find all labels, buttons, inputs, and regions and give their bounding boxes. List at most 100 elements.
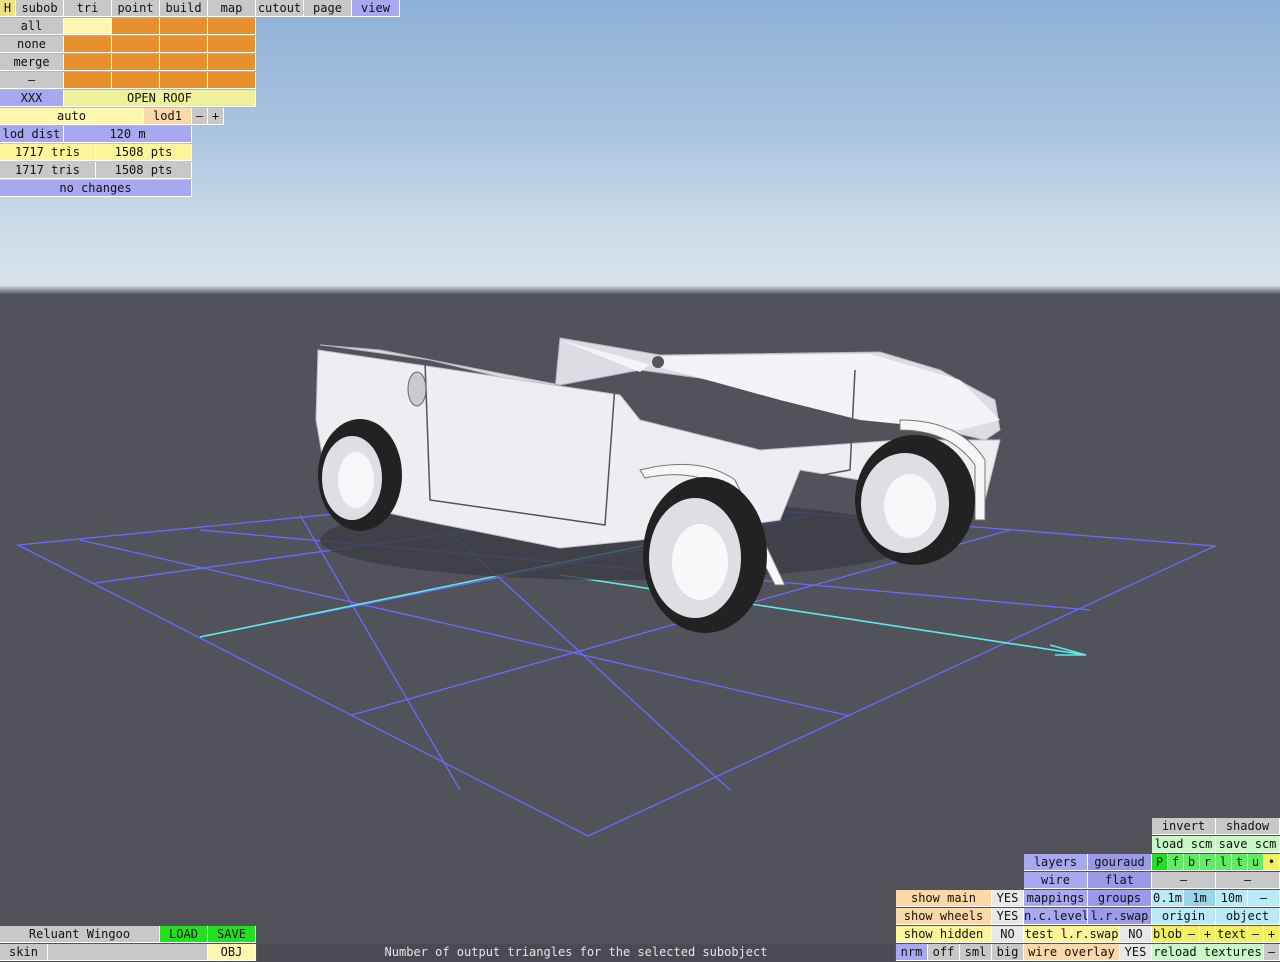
layer-b-button[interactable]: b: [1184, 854, 1200, 871]
flat-button[interactable]: flat: [1088, 872, 1152, 889]
grid-dash-button[interactable]: –: [1248, 890, 1280, 907]
show-wheels-label[interactable]: show wheels: [896, 908, 992, 925]
blob-minus-button[interactable]: –: [1184, 926, 1200, 943]
subob-slot[interactable]: [64, 18, 112, 35]
subob-slot[interactable]: [208, 72, 256, 89]
wire-button[interactable]: wire: [1024, 872, 1088, 889]
lod-minus-button[interactable]: –: [192, 108, 208, 125]
reload-dash-button[interactable]: –: [1264, 944, 1280, 961]
show-main-label[interactable]: show main: [896, 890, 992, 907]
off-button[interactable]: off: [928, 944, 960, 961]
shadow-button[interactable]: shadow: [1216, 818, 1280, 835]
all-button[interactable]: all: [0, 18, 64, 35]
blob-button[interactable]: blob: [1152, 926, 1184, 943]
lod-dist-label: lod dist: [0, 126, 64, 143]
layer-dot-button[interactable]: •: [1264, 854, 1280, 871]
subob-slot[interactable]: [160, 54, 208, 71]
grid-0.1m-button[interactable]: 0.1m: [1152, 890, 1184, 907]
layer-r-button[interactable]: r: [1200, 854, 1216, 871]
layer-t-button[interactable]: t: [1232, 854, 1248, 871]
reload-textures-button[interactable]: reload textures: [1152, 944, 1264, 961]
object-button[interactable]: object: [1216, 908, 1280, 925]
tab-view[interactable]: view: [352, 0, 400, 17]
test-lr-swap-value[interactable]: NO: [1120, 926, 1152, 943]
text-plus-button[interactable]: +: [1264, 926, 1280, 943]
lr-swap-button[interactable]: l.r.swap: [1088, 908, 1152, 925]
subob-slot[interactable]: [208, 54, 256, 71]
rear-left-wheel: [318, 419, 402, 531]
text-minus-button[interactable]: –: [1248, 926, 1264, 943]
layer-l-button[interactable]: l: [1216, 854, 1232, 871]
subob-slot[interactable]: [208, 18, 256, 35]
show-hidden-value[interactable]: NO: [992, 926, 1024, 943]
tab-map[interactable]: map: [208, 0, 256, 17]
subob-slot[interactable]: [112, 54, 160, 71]
model-name[interactable]: Reluant Wingoo: [0, 926, 160, 943]
save-scm-button[interactable]: save scm: [1216, 836, 1280, 853]
layer-p-button[interactable]: P: [1152, 854, 1168, 871]
subob-slot[interactable]: [160, 36, 208, 53]
show-hidden-label[interactable]: show hidden: [896, 926, 992, 943]
subob-slot[interactable]: [112, 72, 160, 89]
tab-tri[interactable]: tri: [64, 0, 112, 17]
tab-build[interactable]: build: [160, 0, 208, 17]
subob-slot[interactable]: [64, 54, 112, 71]
origin-button[interactable]: origin: [1152, 908, 1216, 925]
subob-slot[interactable]: [112, 36, 160, 53]
save-button[interactable]: SAVE: [208, 926, 256, 943]
dash-button-2[interactable]: –: [1216, 872, 1280, 889]
tris-count-total: 1717 tris: [0, 162, 96, 179]
tab-page[interactable]: page: [304, 0, 352, 17]
big-button[interactable]: big: [992, 944, 1024, 961]
dash-button-1[interactable]: –: [1152, 872, 1216, 889]
lod-plus-button[interactable]: +: [208, 108, 224, 125]
text-button[interactable]: text: [1216, 926, 1248, 943]
obj-button[interactable]: OBJ: [208, 944, 256, 961]
xxx-button[interactable]: XXX: [0, 90, 64, 107]
skin-label[interactable]: skin: [0, 944, 48, 961]
load-scm-button[interactable]: load scm: [1152, 836, 1216, 853]
invert-button[interactable]: invert: [1152, 818, 1216, 835]
lod-select[interactable]: lod1: [144, 108, 192, 125]
lod-dist-value[interactable]: 120 m: [64, 126, 192, 143]
grid-10m-button[interactable]: 10m: [1216, 890, 1248, 907]
none-button[interactable]: none: [0, 36, 64, 53]
tab-point[interactable]: point: [112, 0, 160, 17]
show-main-value[interactable]: YES: [992, 890, 1024, 907]
auto-button[interactable]: auto: [0, 108, 144, 125]
layer-u-button[interactable]: u: [1248, 854, 1264, 871]
mappings-button[interactable]: mappings: [1024, 890, 1088, 907]
load-button[interactable]: LOAD: [160, 926, 208, 943]
groups-button[interactable]: groups: [1088, 890, 1152, 907]
nc-level-button[interactable]: n.c.level: [1024, 908, 1088, 925]
changes-status: no changes: [0, 180, 192, 197]
sml-button[interactable]: sml: [960, 944, 992, 961]
status-bar: Number of output triangles for the selec…: [258, 944, 894, 962]
layer-f-button[interactable]: f: [1168, 854, 1184, 871]
tab-cutout[interactable]: cutout: [256, 0, 304, 17]
merge-button[interactable]: merge: [0, 54, 64, 71]
subob-slot[interactable]: [160, 18, 208, 35]
gouraud-button[interactable]: gouraud: [1088, 854, 1152, 871]
subobject-name-field[interactable]: OPEN ROOF: [64, 90, 256, 107]
viewport-3d[interactable]: [0, 0, 1280, 962]
subob-slot[interactable]: [64, 72, 112, 89]
front-right-wheel: [855, 435, 975, 565]
blob-plus-button[interactable]: +: [1200, 926, 1216, 943]
subob-slot[interactable]: [64, 36, 112, 53]
dash-button[interactable]: –: [0, 72, 64, 89]
pts-count: 1508 pts: [96, 144, 192, 161]
wire-overlay-value[interactable]: YES: [1120, 944, 1152, 961]
grid-1m-button[interactable]: 1m: [1184, 890, 1216, 907]
subob-slot[interactable]: [160, 72, 208, 89]
h-button[interactable]: H: [0, 0, 16, 17]
layers-button[interactable]: layers: [1024, 854, 1088, 871]
show-wheels-value[interactable]: YES: [992, 908, 1024, 925]
subob-slot[interactable]: [112, 18, 160, 35]
skin-field[interactable]: [48, 944, 208, 961]
tab-subob[interactable]: subob: [16, 0, 64, 17]
wire-overlay-label[interactable]: wire overlay: [1024, 944, 1120, 961]
nrm-button[interactable]: nrm: [896, 944, 928, 961]
subob-slot[interactable]: [208, 36, 256, 53]
test-lr-swap-label[interactable]: test l.r.swap: [1024, 926, 1120, 943]
